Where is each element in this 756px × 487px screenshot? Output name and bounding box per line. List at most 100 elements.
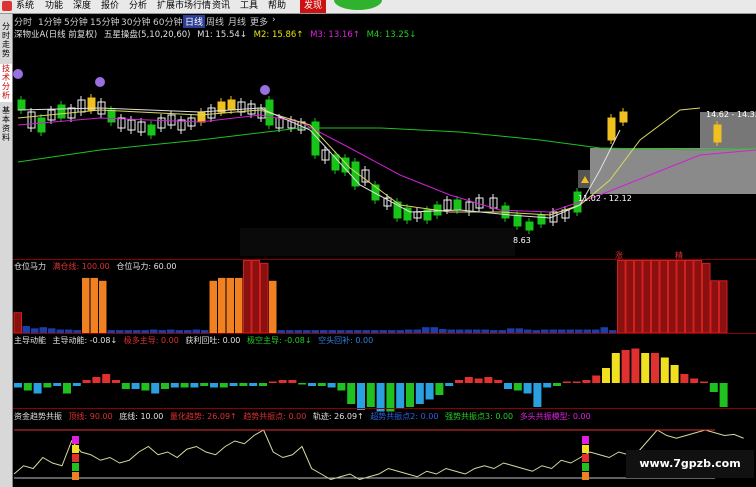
indicator1-bar (13, 312, 22, 334)
indicator2-bar (651, 353, 659, 383)
indicator2-bar (700, 381, 708, 383)
indicator2-bar (288, 380, 297, 383)
indicator2-bar (308, 383, 316, 386)
indicator2-bar (445, 383, 454, 386)
indicator2-bar (92, 377, 101, 383)
indicator2-bar (592, 375, 601, 383)
indicator2-bar (53, 383, 62, 386)
candle (525, 221, 534, 231)
indicator1-title: 仓位马力 (14, 262, 46, 271)
signal-bubble-icon (95, 77, 105, 87)
indicator1-bar (642, 260, 651, 334)
indicator2-bar (43, 383, 52, 388)
indicator2-bar (415, 383, 424, 404)
indicator2-bar (23, 383, 32, 391)
indicator1-bar (702, 262, 711, 334)
indicator3-item: 趋势共振点: 0.00 (243, 412, 307, 421)
low-price-label: 8.63 (513, 236, 531, 245)
indicator1-bar (719, 280, 728, 334)
panel-divider (13, 333, 756, 334)
indicator1-bar (260, 262, 269, 334)
resonance-block (72, 472, 79, 480)
candle (453, 199, 462, 211)
indicator2-bar (709, 383, 718, 392)
indicator2-bar (504, 383, 512, 389)
indicator1-bar (710, 280, 719, 334)
indicator2-legend: 主导动能 主导动能: -0.08↓ 极多主导: 0.00 获利回吐: 0.00 … (14, 335, 377, 346)
candle (619, 111, 628, 123)
resonance-block (582, 454, 589, 462)
indicator2-bar (611, 353, 620, 383)
resonance-block (582, 436, 589, 444)
indicator2-bar (357, 383, 365, 410)
indicator2-bar (131, 383, 140, 389)
indicator2-bar (533, 383, 542, 407)
indicator2-item: 获利回吐: 0.00 (185, 336, 241, 345)
indicator1-bar (685, 260, 694, 334)
indicator2-bar (327, 383, 336, 388)
indicator2-item: 极多主导: 0.00 (123, 336, 179, 345)
indicator2-bar (641, 353, 650, 383)
indicator1-bar (82, 277, 90, 333)
indicator3-item: 轨迹: 26.09↑ (312, 412, 364, 421)
indicator1-bar (693, 260, 702, 334)
resonance-block (72, 436, 79, 444)
indicator2-bar (278, 380, 287, 383)
indicator2-bar (425, 383, 434, 400)
indicator1-bar (659, 260, 668, 334)
indicator2-bar (151, 383, 160, 394)
indicator2-bar (249, 383, 258, 386)
indicator2-bar (219, 383, 228, 388)
indicator2-bar (347, 383, 356, 404)
indicator2-bar (112, 380, 120, 383)
candle (607, 117, 616, 141)
indicator2-bar (239, 383, 248, 386)
indicator2-bar (366, 383, 375, 407)
indicator3-item: 量化趋势: 26.09↑ (169, 412, 237, 421)
signal-bubble-icon (260, 85, 270, 95)
indicator2-bar (180, 383, 189, 388)
indicator2-bar (161, 383, 169, 389)
indicator2-bar (337, 383, 346, 391)
indicator1-bar (235, 277, 243, 333)
candle (513, 214, 522, 227)
indicator2-bar (121, 383, 130, 389)
indicator2-bar (562, 381, 571, 383)
panel-divider (13, 259, 756, 260)
indicator1-bar (243, 260, 252, 334)
indicator1-bar (269, 280, 277, 333)
indicator3-legend: 资金趋势共振 顶线: 90.00 底线: 10.00 量化趋势: 26.09↑ … (14, 411, 595, 422)
indicator2-bar (317, 383, 326, 386)
indicator2-bar (543, 383, 552, 388)
resonance-block (582, 463, 589, 471)
indicator2-bar (63, 383, 71, 394)
range-label: 11.02 - 12.12 (578, 194, 632, 203)
indicator2-bar (14, 383, 22, 388)
candle (227, 99, 236, 111)
indicator1-bar (209, 280, 217, 333)
indicator2-bar (553, 383, 561, 386)
watermark: www.7gpzb.com (626, 450, 754, 478)
candle (331, 154, 340, 171)
indicator1-bar (668, 260, 677, 334)
candle (147, 124, 156, 136)
indicator2-bar (229, 383, 238, 386)
indicator2-bar (484, 377, 493, 383)
resonance-block (72, 454, 79, 462)
indicator2-bar (190, 383, 199, 388)
indicator2-item: 主导动能: -0.08↓ (52, 336, 118, 345)
indicator1-bar (625, 260, 634, 334)
indicator1-bar (634, 260, 643, 334)
cover-box (240, 228, 515, 256)
indicator2-bar (102, 374, 111, 383)
resonance-block (72, 463, 79, 471)
indicator2-bar (435, 383, 444, 395)
indicator1-item: 仓位马力: 60.00 (116, 262, 177, 271)
indicator2-bar (631, 348, 640, 383)
indicator3-item: 超势共振点2: 0.00 (370, 412, 439, 421)
candle (713, 124, 722, 143)
indicator2-bar (660, 357, 669, 383)
indicator2-bar (523, 383, 532, 394)
candle (37, 117, 46, 133)
indicator1-bar (651, 260, 660, 334)
